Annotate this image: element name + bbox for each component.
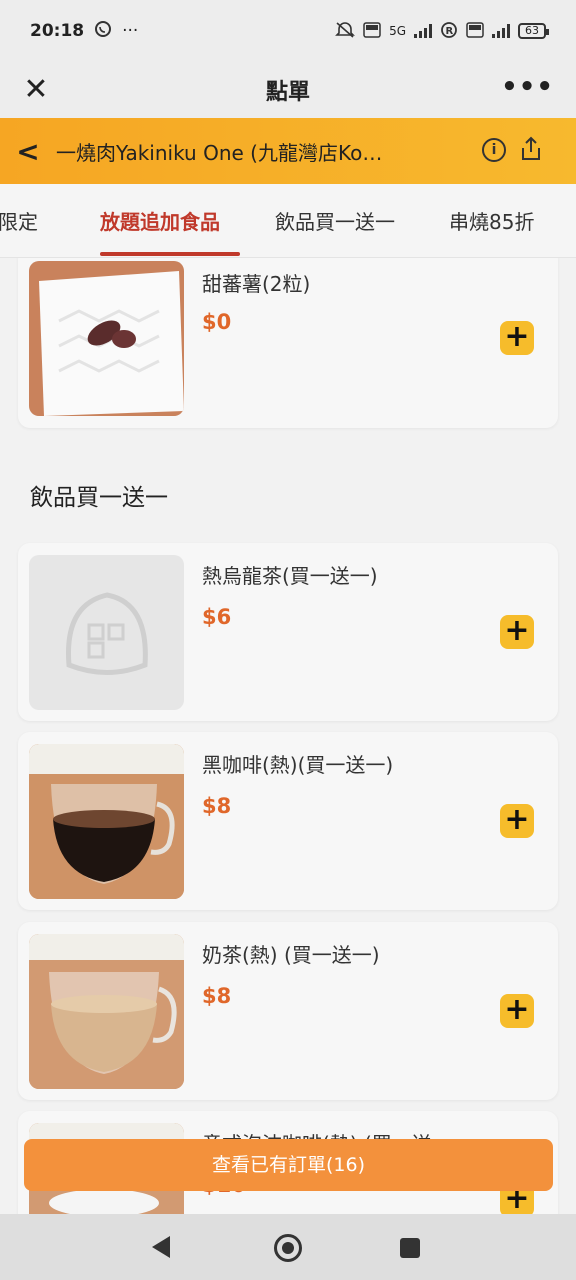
system-nav-bar (0, 1214, 576, 1280)
volte-icon-2 (466, 21, 484, 41)
section-title-drinks: 飲品買一送一 (30, 485, 168, 511)
store-name: 一燒肉Yakiniku One (九龍灣店Ko… (56, 140, 383, 165)
nav-recents-icon[interactable] (400, 1238, 420, 1258)
add-item-button[interactable]: + (500, 615, 534, 649)
item-name: 甜蕃薯(2粒) (202, 272, 311, 296)
add-item-button[interactable]: + (500, 804, 534, 838)
battery-icon: 63 (518, 23, 549, 39)
item-name: 黑咖啡(熱)(買一送一) (202, 753, 394, 777)
item-name: 熱烏龍茶(買一送一) (202, 564, 378, 588)
network-label: 5G (389, 24, 406, 38)
more-options-icon[interactable]: ••• (501, 72, 554, 102)
menu-item-card[interactable]: 熱烏龍茶(買一送一) $6 + (18, 543, 558, 721)
item-price: $0 (202, 310, 232, 334)
item-price: $8 (202, 984, 232, 1008)
item-name: 奶茶(熱) (買一送一) (202, 943, 380, 967)
whatsapp-icon (94, 20, 112, 43)
menu-item-card[interactable]: 奶茶(熱) (買一送一) $8 + (18, 922, 558, 1100)
black-coffee-image (29, 744, 184, 899)
tab-skewers-discount[interactable]: 串燒85折 (449, 206, 534, 235)
item-price: $8 (202, 794, 232, 818)
menu-list: 甜蕃薯(2粒) $0 + 飲品買一送一 熱烏龍茶(買一送一) $6 + 黑咖啡(… (0, 258, 576, 1214)
sweet-potato-image (29, 261, 184, 416)
store-header: < 一燒肉Yakiniku One (九龍灣店Ko… i (0, 118, 576, 184)
back-chevron-icon[interactable]: < (0, 135, 56, 168)
page-title: 點單 (265, 80, 310, 105)
item-price: $6 (202, 605, 232, 629)
info-icon[interactable]: i (482, 138, 506, 162)
close-icon[interactable]: ✕ (18, 72, 54, 108)
category-tabs: 限定 放題追加食品 飲品買一送一 串燒85折 (0, 184, 576, 258)
volte-icon (363, 21, 381, 41)
tab-buffet-addon[interactable]: 放題追加食品 (100, 206, 220, 235)
signal-icon-2 (492, 24, 510, 38)
add-item-button[interactable]: + (500, 321, 534, 355)
svg-text:R: R (446, 26, 454, 37)
mute-icon (335, 21, 355, 42)
nav-home-icon[interactable] (274, 1234, 302, 1262)
tab-drinks-bogo[interactable]: 飲品買一送一 (275, 206, 395, 235)
registered-icon: R (440, 21, 458, 42)
signal-icon (414, 24, 432, 38)
placeholder-logo-image (29, 555, 184, 710)
active-tab-indicator (100, 252, 240, 256)
view-orders-button[interactable]: 查看已有訂單(16) (24, 1139, 553, 1191)
milk-tea-image (29, 934, 184, 1089)
menu-item-card[interactable]: 黑咖啡(熱)(買一送一) $8 + (18, 732, 558, 910)
status-bar: 20:18 ··· 5G R 63 (0, 0, 576, 62)
nav-back-icon[interactable] (152, 1236, 170, 1258)
share-icon[interactable] (520, 136, 542, 162)
menu-item-card[interactable]: 甜蕃薯(2粒) $0 + (18, 258, 558, 428)
more-notifications-icon: ··· (122, 21, 139, 41)
status-time: 20:18 (30, 21, 85, 41)
title-bar: ✕ 點單 ••• (0, 62, 576, 118)
add-item-button[interactable]: + (500, 994, 534, 1028)
tab-limited[interactable]: 限定 (0, 206, 38, 235)
